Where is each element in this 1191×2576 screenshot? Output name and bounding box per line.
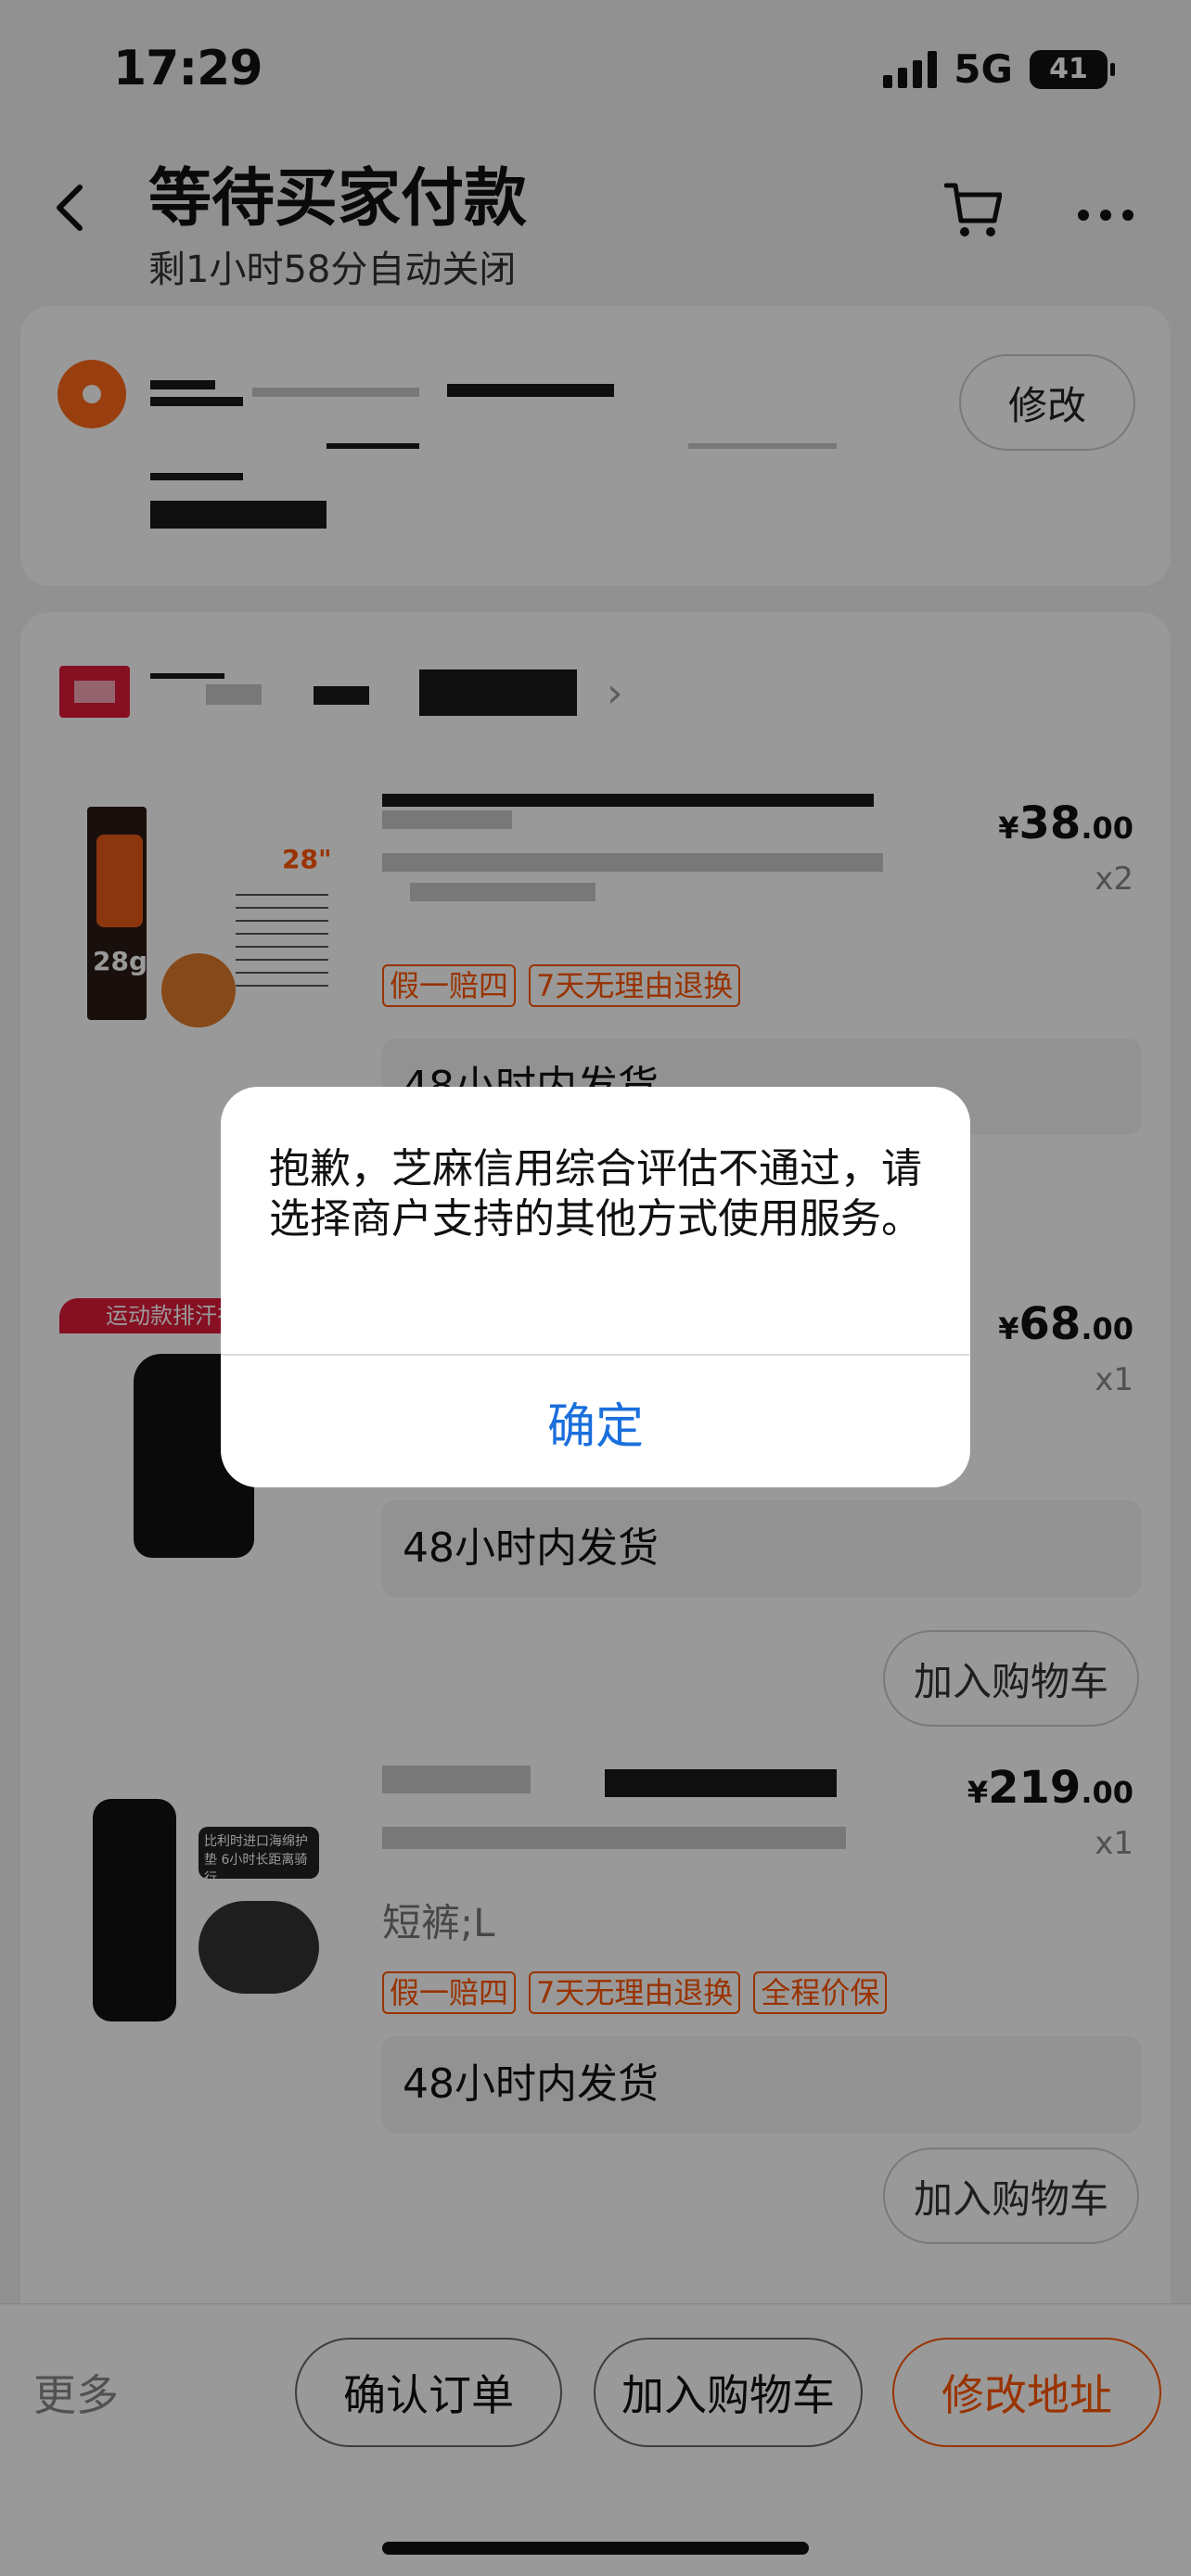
alert-message: 抱歉，芝麻信用综合评估不通过，请选择商户支持的其他方式使用服务。 (269, 1145, 922, 1243)
alert-dialog: 抱歉，芝麻信用综合评估不通过，请选择商户支持的其他方式使用服务。 确定 (221, 1087, 970, 1487)
ok-button[interactable]: 确定 (221, 1356, 970, 1487)
